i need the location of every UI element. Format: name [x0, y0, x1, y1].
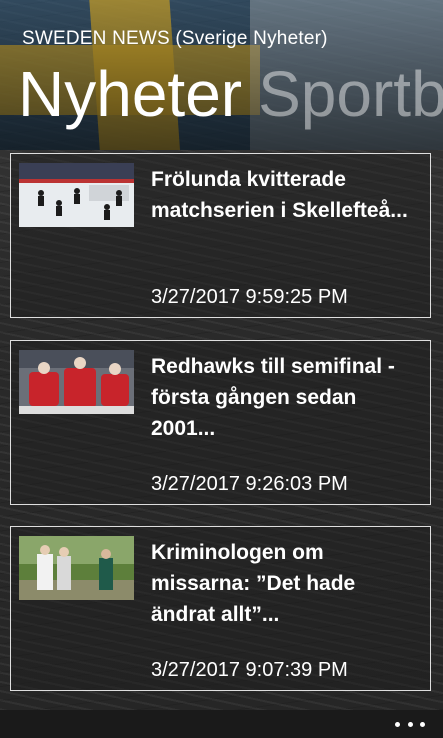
article-timestamp: 3/27/2017 9:26:03 PM [151, 473, 348, 495]
pivot-item-nyheter[interactable]: Nyheter [18, 58, 242, 130]
pivot-item-sportbladet[interactable]: Sportbl [258, 58, 443, 130]
pivot-header: Nyheter Sportbl [18, 58, 443, 130]
news-item[interactable]: Kriminologen om missarna: ”Det hade ändr… [10, 526, 431, 691]
news-item[interactable]: Redhawks till semifinal - första gången … [10, 340, 431, 505]
article-thumbnail [19, 536, 134, 600]
article-timestamp: 3/27/2017 9:59:25 PM [151, 286, 348, 308]
article-headline: Frölunda kvitterade matchserien i Skelle… [151, 168, 408, 222]
news-item[interactable]: Frölunda kvitterade matchserien i Skelle… [10, 153, 431, 318]
ellipsis-icon[interactable] [395, 714, 425, 734]
article-thumbnail [19, 350, 134, 414]
app-title: SWEDEN NEWS (Sverige Nyheter) [22, 28, 328, 49]
article-timestamp: 3/27/2017 9:07:39 PM [151, 659, 348, 681]
app-bar [0, 710, 443, 738]
article-headline: Redhawks till semifinal - första gången … [151, 355, 395, 440]
article-thumbnail [19, 163, 134, 227]
article-headline: Kriminologen om missarna: ”Det hade ändr… [151, 541, 356, 626]
